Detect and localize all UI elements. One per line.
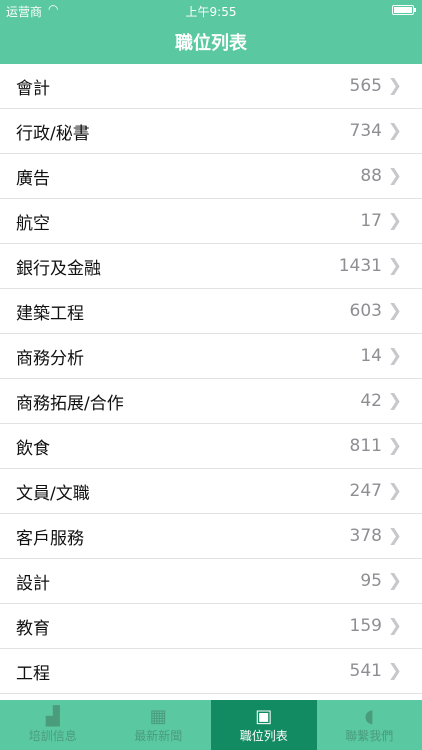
chevron-right-icon: ❯ [387, 211, 402, 231]
job-category-row[interactable]: 工程 541 ❯ [0, 649, 422, 694]
job-category-row[interactable]: 商務分析 14 ❯ [0, 334, 422, 379]
job-category-row[interactable]: 銀行及金融 1431 ❯ [0, 244, 422, 289]
category-label: 文員/文職 [16, 483, 90, 504]
status-time: 上午9:55 [185, 5, 237, 19]
news-icon: ▦ [149, 705, 167, 727]
category-count: 1431 [338, 256, 382, 276]
job-category-row[interactable]: 飲食 811 ❯ [0, 424, 422, 469]
tab-contact[interactable]: ◖ 聯繫我們 [317, 700, 422, 750]
job-category-row[interactable]: 文員/文職 247 ❯ [0, 469, 422, 514]
job-category-row[interactable]: 建築工程 603 ❯ [0, 289, 422, 334]
category-count: 603 [349, 301, 382, 321]
tab-bar: ▟ 培訓信息 ▦ 最新新聞 ▣ 職位列表 ◖ 聯繫我們 [0, 700, 422, 750]
job-category-row[interactable]: 會計 565 ❯ [0, 64, 422, 109]
nav-bar: 職位列表 [0, 20, 422, 64]
tab-training[interactable]: ▟ 培訓信息 [0, 700, 106, 750]
tab-label: 聯繫我們 [345, 728, 394, 743]
category-count: 159 [349, 616, 382, 636]
chevron-right-icon: ❯ [387, 166, 402, 186]
category-label: 教育 [16, 618, 50, 639]
tab-news[interactable]: ▦ 最新新聞 [106, 700, 212, 750]
category-count: 247 [349, 481, 382, 501]
chevron-right-icon: ❯ [387, 571, 402, 591]
page-title: 職位列表 [175, 33, 247, 54]
category-count: 734 [349, 121, 382, 141]
tab-label: 職位列表 [239, 728, 288, 743]
chevron-right-icon: ❯ [387, 616, 402, 636]
contact-icon: ◖ [364, 705, 374, 727]
category-label: 飲食 [16, 438, 50, 459]
chevron-right-icon: ❯ [387, 256, 402, 276]
category-count: 95 [360, 571, 382, 591]
chevron-right-icon: ❯ [387, 76, 402, 96]
chart-icon: ▟ [45, 705, 60, 727]
category-label: 商務分析 [16, 348, 84, 369]
job-category-row[interactable]: 教育 159 ❯ [0, 604, 422, 649]
category-count: 17 [360, 211, 382, 231]
chevron-right-icon: ❯ [387, 526, 402, 546]
job-category-row[interactable]: 航空 17 ❯ [0, 199, 422, 244]
category-label: 會計 [16, 78, 50, 99]
category-label: 行政/秘書 [16, 123, 90, 144]
job-category-row[interactable]: 廣告 88 ❯ [0, 154, 422, 199]
category-label: 航空 [16, 213, 50, 234]
battery-icon [392, 5, 416, 15]
job-category-row[interactable]: 商務拓展/合作 42 ❯ [0, 379, 422, 424]
job-category-list: 會計 565 ❯ 行政/秘書 734 ❯ 廣告 88 ❯ 航空 17 ❯ 銀行及… [0, 64, 422, 700]
chevron-right-icon: ❯ [387, 661, 402, 681]
chevron-right-icon: ❯ [387, 121, 402, 141]
job-category-row[interactable]: 設計 95 ❯ [0, 559, 422, 604]
job-category-row[interactable]: 客戶服務 378 ❯ [0, 514, 422, 559]
chevron-right-icon: ❯ [387, 346, 402, 366]
category-label: 建築工程 [16, 303, 84, 324]
chevron-right-icon: ❯ [387, 301, 402, 321]
category-label: 廣告 [16, 168, 50, 189]
category-label: 商務拓展/合作 [16, 393, 124, 414]
category-count: 88 [360, 166, 382, 186]
search-icon: ▣ [255, 705, 273, 727]
category-count: 378 [349, 526, 382, 546]
category-label: 客戶服務 [16, 528, 84, 549]
chevron-right-icon: ❯ [387, 481, 402, 501]
job-category-row[interactable]: 行政/秘書 734 ❯ [0, 109, 422, 154]
category-count: 42 [360, 391, 382, 411]
category-count: 14 [360, 346, 382, 366]
category-label: 工程 [16, 663, 50, 684]
category-label: 設計 [16, 573, 50, 594]
tab-label: 最新新聞 [134, 728, 183, 743]
category-count: 541 [349, 661, 382, 681]
chevron-right-icon: ❯ [387, 436, 402, 456]
category-count: 811 [349, 436, 382, 456]
tab-label: 培訓信息 [28, 728, 77, 743]
status-bar: 运营商 ◠ 上午9:55 [0, 0, 422, 20]
category-count: 565 [349, 76, 382, 96]
category-label: 銀行及金融 [16, 258, 101, 279]
chevron-right-icon: ❯ [387, 391, 402, 411]
tab-jobs[interactable]: ▣ 職位列表 [211, 700, 317, 750]
